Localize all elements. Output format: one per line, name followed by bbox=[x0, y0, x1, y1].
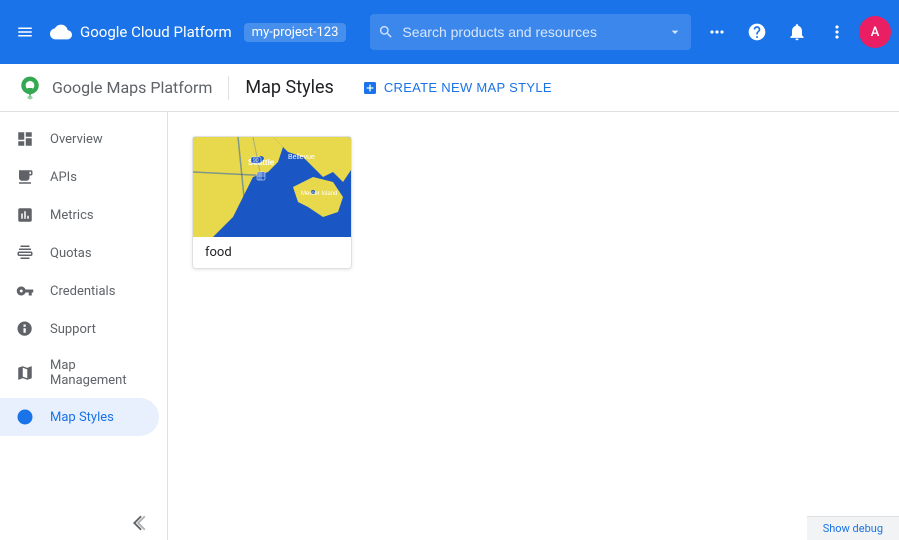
top-bar-logo-area: Google Cloud Platform my-project-123 bbox=[50, 21, 346, 43]
second-bar: Google Maps Platform Map Styles CREATE N… bbox=[0, 64, 899, 112]
map-thumbnail-svg: Seattle Bellevue Mercer Island 90 bbox=[193, 137, 352, 237]
debug-label[interactable]: Show debug bbox=[823, 522, 883, 535]
overview-icon bbox=[16, 130, 34, 148]
sidebar-label-credentials: Credentials bbox=[50, 284, 115, 299]
support-icon bbox=[16, 320, 34, 338]
title-divider bbox=[228, 76, 229, 100]
collapse-icon bbox=[133, 514, 151, 532]
menu-icon[interactable] bbox=[8, 15, 42, 49]
main-content: Seattle Bellevue Mercer Island 90 food bbox=[168, 112, 899, 540]
svg-text:Mercer Island: Mercer Island bbox=[301, 191, 337, 197]
svg-text:Bellevue: Bellevue bbox=[288, 154, 315, 161]
apis-icon bbox=[16, 168, 34, 186]
sidebar-collapse-btn[interactable] bbox=[0, 506, 167, 540]
top-bar-account-name[interactable]: my-project-123 bbox=[244, 23, 347, 42]
sidebar-item-metrics[interactable]: Metrics bbox=[0, 196, 159, 234]
avatar[interactable]: A bbox=[859, 16, 891, 48]
sidebar-label-overview: Overview bbox=[50, 132, 103, 147]
sidebar-item-quotas[interactable]: Quotas bbox=[0, 234, 159, 272]
top-bar: Google Cloud Platform my-project-123 bbox=[0, 0, 899, 64]
maps-pin-icon bbox=[16, 74, 44, 102]
sidebar: Overview APIs Metrics bbox=[0, 112, 168, 540]
map-style-card[interactable]: Seattle Bellevue Mercer Island 90 food bbox=[192, 136, 352, 269]
sidebar-label-quotas: Quotas bbox=[50, 246, 92, 261]
map-thumbnail: Seattle Bellevue Mercer Island 90 bbox=[193, 137, 352, 237]
create-btn-label: CREATE NEW MAP STYLE bbox=[384, 80, 552, 95]
bottom-bar: Show debug bbox=[807, 516, 899, 540]
add-icon bbox=[362, 80, 378, 96]
sidebar-label-map-management: Map Management bbox=[50, 358, 143, 388]
sidebar-item-credentials[interactable]: Credentials bbox=[0, 272, 159, 310]
apps-icon-btn[interactable] bbox=[699, 14, 735, 50]
search-input[interactable] bbox=[402, 24, 659, 40]
search-dropdown-icon[interactable] bbox=[667, 24, 683, 40]
map-management-icon bbox=[16, 364, 34, 382]
sidebar-item-map-management[interactable]: Map Management bbox=[0, 348, 159, 398]
maps-logo-area: Google Maps Platform bbox=[16, 74, 212, 102]
notification-icon-btn[interactable] bbox=[779, 14, 815, 50]
map-styles-icon bbox=[16, 408, 34, 426]
sidebar-label-support: Support bbox=[50, 322, 96, 337]
main-layout: Overview APIs Metrics bbox=[0, 112, 899, 540]
map-card-name: food bbox=[205, 245, 232, 260]
credentials-icon bbox=[16, 282, 34, 300]
page-title: Map Styles bbox=[245, 77, 333, 98]
help-icon-btn[interactable] bbox=[739, 14, 775, 50]
search-icon bbox=[378, 24, 394, 40]
more-icon-btn[interactable] bbox=[819, 14, 855, 50]
top-bar-actions: A bbox=[699, 14, 891, 50]
app-name: Google Maps Platform bbox=[52, 78, 212, 97]
sidebar-label-map-styles: Map Styles bbox=[50, 410, 114, 425]
top-bar-product-name: Google Cloud Platform bbox=[80, 23, 232, 41]
sidebar-label-metrics: Metrics bbox=[50, 208, 94, 223]
svg-text:90: 90 bbox=[253, 158, 259, 164]
sidebar-item-support[interactable]: Support bbox=[0, 310, 159, 348]
search-bar[interactable] bbox=[370, 14, 691, 50]
sidebar-item-apis[interactable]: APIs bbox=[0, 158, 159, 196]
metrics-icon bbox=[16, 206, 34, 224]
sidebar-item-overview[interactable]: Overview bbox=[0, 120, 159, 158]
quotas-icon bbox=[16, 244, 34, 262]
map-card-footer: food bbox=[193, 237, 351, 268]
cloud-logo-icon bbox=[50, 21, 72, 43]
sidebar-label-apis: APIs bbox=[50, 170, 77, 185]
create-new-map-style-button[interactable]: CREATE NEW MAP STYLE bbox=[350, 74, 564, 102]
sidebar-item-map-styles[interactable]: Map Styles bbox=[0, 398, 159, 436]
